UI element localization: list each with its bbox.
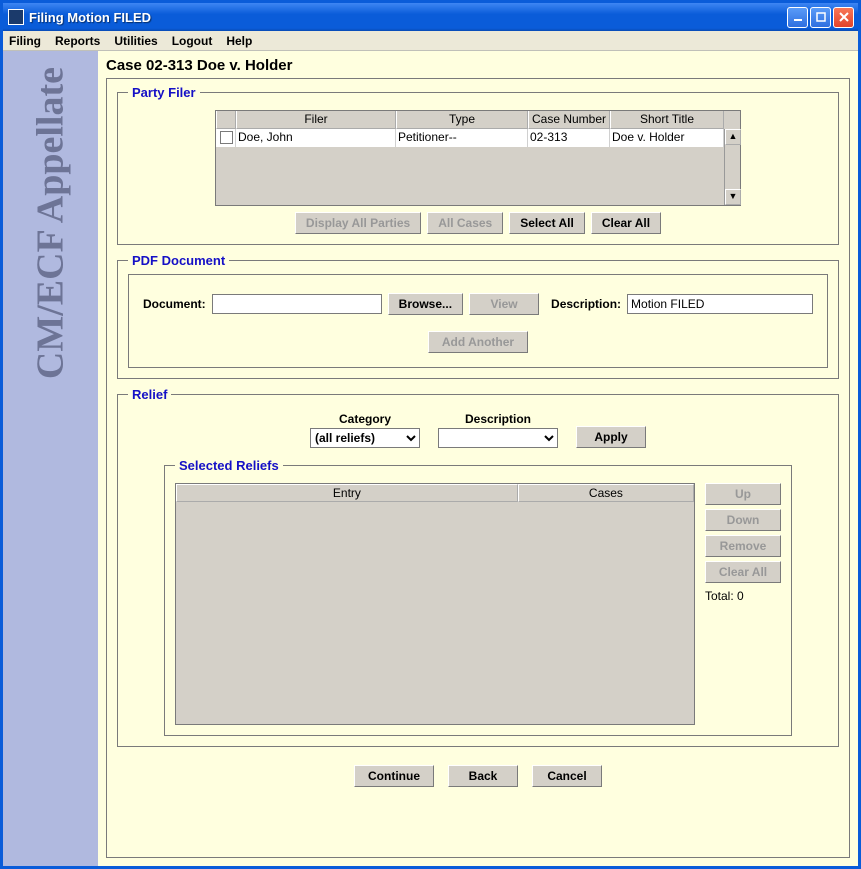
document-input[interactable] [212, 294, 382, 314]
party-filer-header-type[interactable]: Type [396, 111, 528, 129]
apply-button[interactable]: Apply [576, 426, 646, 448]
brand-text: CM/ECF Appellate [29, 59, 73, 387]
menubar: Filing Reports Utilities Logout Help [3, 31, 858, 51]
selected-reliefs-table: Entry Cases [175, 483, 695, 725]
selected-reliefs-total: Total: 0 [705, 587, 781, 603]
relief-legend: Relief [128, 387, 171, 402]
back-button[interactable]: Back [448, 765, 518, 787]
party-filer-header-case[interactable]: Case Number [528, 111, 610, 129]
window-controls [787, 7, 858, 28]
row-checkbox-cell[interactable] [216, 129, 236, 147]
description-input[interactable] [627, 294, 813, 314]
down-button: Down [705, 509, 781, 531]
close-icon [839, 12, 849, 22]
minimize-icon [793, 12, 803, 22]
row-filer: Doe, John [236, 129, 396, 147]
relief-group: Relief Category (all reliefs) Descriptio… [117, 387, 839, 747]
pdf-inner-box: Document: Browse... View Description: Ad… [128, 274, 828, 368]
menu-help[interactable]: Help [226, 34, 252, 48]
window-title: Filing Motion FILED [29, 10, 151, 25]
party-filer-header-filer[interactable]: Filer [236, 111, 396, 129]
remove-button: Remove [705, 535, 781, 557]
category-select[interactable]: (all reliefs) [310, 428, 420, 448]
pdf-row: Document: Browse... View Description: [143, 293, 813, 315]
sr-clear-all-button: Clear All [705, 561, 781, 583]
menu-utilities[interactable]: Utilities [114, 34, 157, 48]
maximize-icon [816, 12, 826, 22]
party-filer-header-row: Filer Type Case Number Short Title [216, 111, 740, 129]
relief-description-label: Description [465, 412, 531, 426]
pdf-document-legend: PDF Document [128, 253, 229, 268]
add-another-button: Add Another [428, 331, 528, 353]
sr-header-cases[interactable]: Cases [518, 484, 694, 502]
relief-description-col: Description [438, 412, 558, 448]
scroll-up-icon[interactable]: ▲ [725, 129, 741, 145]
minimize-button[interactable] [787, 7, 808, 28]
category-label: Category [339, 412, 391, 426]
cancel-button[interactable]: Cancel [532, 765, 602, 787]
display-all-parties-button: Display All Parties [295, 212, 421, 234]
table-row[interactable]: Doe, John Petitioner-- 02-313 Doe v. Hol… [216, 129, 724, 147]
continue-button[interactable]: Continue [354, 765, 434, 787]
view-button: View [469, 293, 539, 315]
document-label: Document: [143, 297, 206, 311]
footer-buttons: Continue Back Cancel [117, 765, 839, 787]
selected-reliefs-side: Up Down Remove Clear All Total: 0 [705, 483, 781, 725]
party-filer-legend: Party Filer [128, 85, 200, 100]
menu-logout[interactable]: Logout [172, 34, 213, 48]
selected-reliefs-body: Entry Cases Up Down Remove Clear All Tot… [175, 483, 781, 725]
menu-filing[interactable]: Filing [9, 34, 41, 48]
close-button[interactable] [833, 7, 854, 28]
scroll-down-icon[interactable]: ▼ [725, 189, 741, 205]
checkbox-icon[interactable] [220, 131, 233, 144]
row-case-number: 02-313 [528, 129, 610, 147]
app-icon [8, 9, 24, 25]
party-filer-header-title[interactable]: Short Title [610, 111, 724, 129]
party-filer-scrollbar[interactable]: ▲ ▼ [724, 129, 740, 205]
case-title: Case 02-313 Doe v. Holder [98, 51, 858, 78]
menu-reports[interactable]: Reports [55, 34, 100, 48]
row-short-title: Doe v. Holder [610, 129, 724, 147]
up-button: Up [705, 483, 781, 505]
browse-button[interactable]: Browse... [388, 293, 463, 315]
relief-controls: Category (all reliefs) Description [128, 412, 828, 448]
app-body: CM/ECF Appellate Case 02-313 Doe v. Hold… [3, 51, 858, 866]
party-filer-header-scroll-spacer [724, 111, 740, 129]
clear-all-button[interactable]: Clear All [591, 212, 661, 234]
select-all-button[interactable]: Select All [509, 212, 585, 234]
selected-reliefs-group: Selected Reliefs Entry Cases Up Down [164, 458, 792, 736]
selected-reliefs-header: Entry Cases [176, 484, 694, 502]
party-filer-table: Filer Type Case Number Short Title Doe, … [215, 110, 741, 206]
content-area: Party Filer Filer Type Case Number Short… [106, 78, 850, 858]
pdf-add-row: Add Another [143, 331, 813, 353]
selected-reliefs-legend: Selected Reliefs [175, 458, 283, 473]
main-panel: Case 02-313 Doe v. Holder Party Filer Fi… [98, 51, 858, 866]
sidebar: CM/ECF Appellate [3, 51, 98, 866]
relief-category-col: Category (all reliefs) [310, 412, 420, 448]
party-filer-header-check [216, 111, 236, 129]
party-filer-buttons: Display All Parties All Cases Select All… [128, 212, 828, 234]
description-label: Description: [551, 297, 621, 311]
relief-apply-col: Apply [576, 412, 646, 448]
row-type: Petitioner-- [396, 129, 528, 147]
all-cases-button: All Cases [427, 212, 503, 234]
titlebar: Filing Motion FILED [3, 3, 858, 31]
pdf-document-group: PDF Document Document: Browse... View De… [117, 253, 839, 379]
maximize-button[interactable] [810, 7, 831, 28]
party-filer-group: Party Filer Filer Type Case Number Short… [117, 85, 839, 245]
relief-description-select[interactable] [438, 428, 558, 448]
sr-header-entry[interactable]: Entry [176, 484, 518, 502]
party-filer-rows: Doe, John Petitioner-- 02-313 Doe v. Hol… [216, 129, 724, 205]
app-window: Filing Motion FILED Filing Reports Utili… [0, 0, 861, 869]
